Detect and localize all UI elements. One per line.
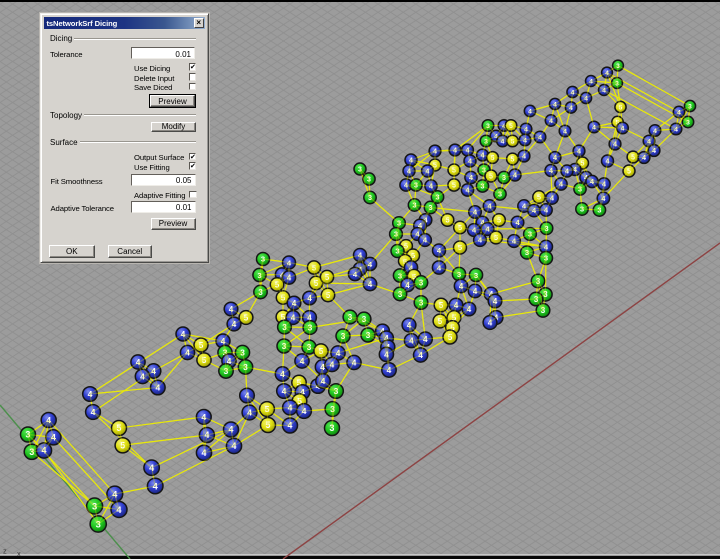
svg-text:4: 4: [116, 505, 122, 515]
svg-text:z: z: [3, 547, 7, 556]
svg-text:x: x: [17, 549, 21, 558]
